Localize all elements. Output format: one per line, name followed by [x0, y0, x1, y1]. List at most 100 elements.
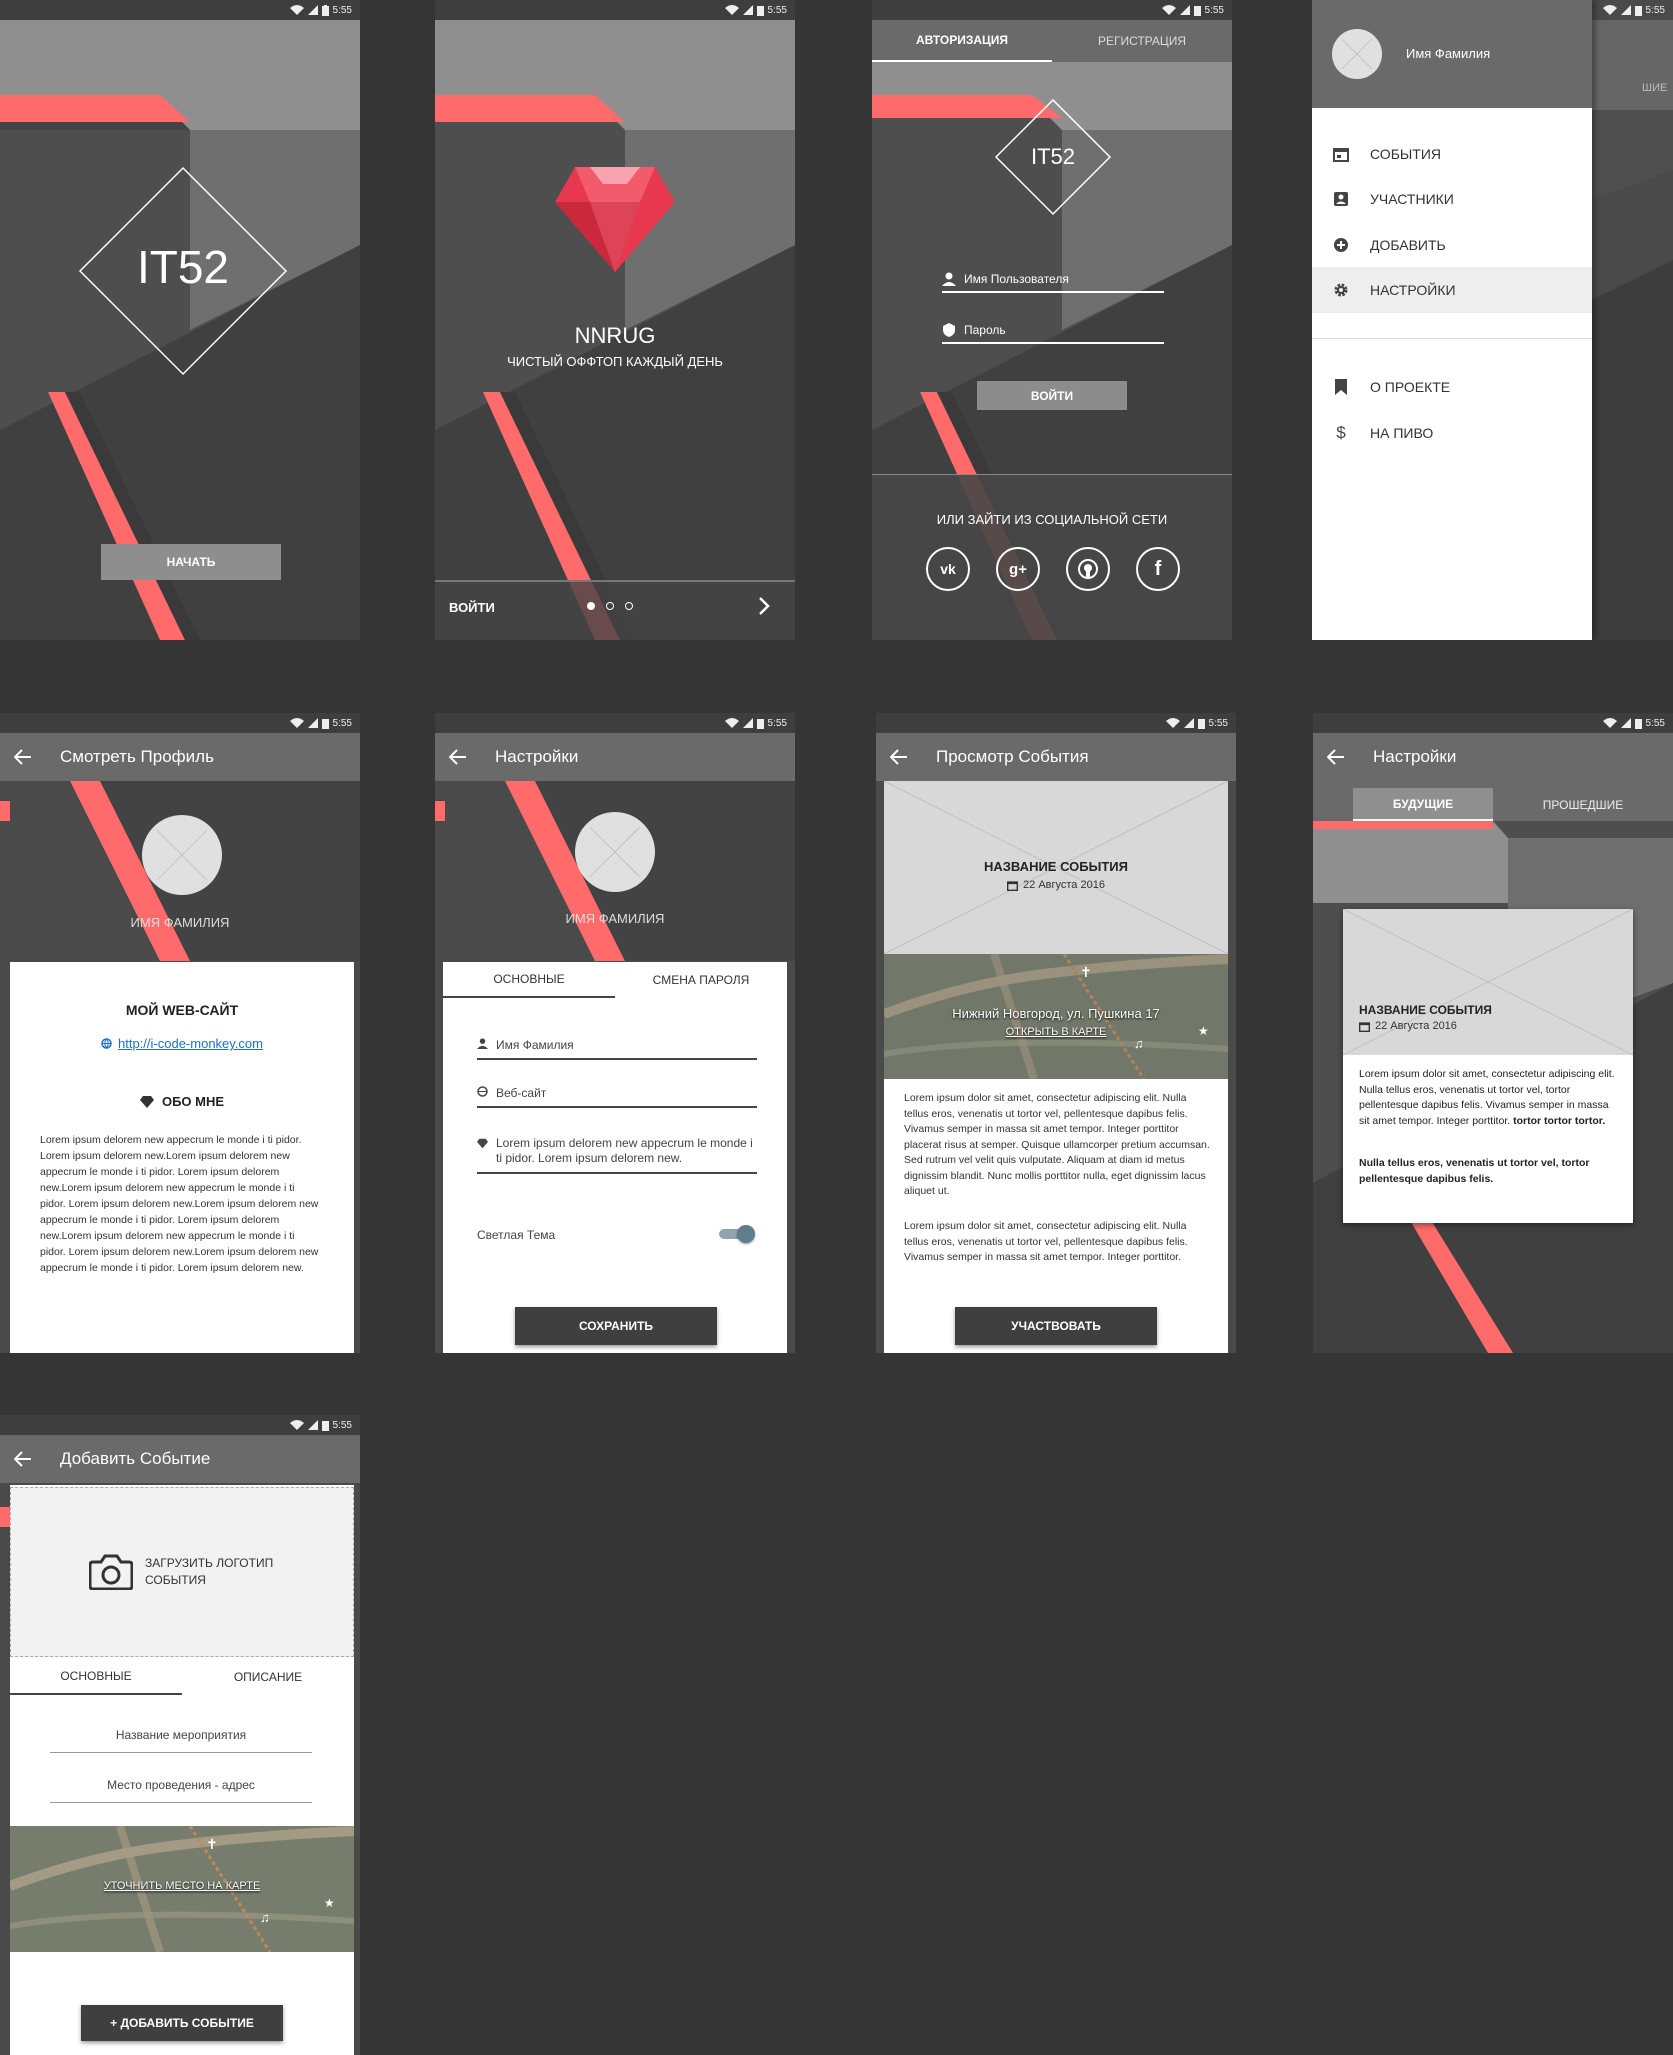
shield-icon: [943, 323, 955, 337]
event-place-field[interactable]: Место проведения - адрес: [50, 1778, 312, 1803]
username-placeholder: Имя Пользователя: [964, 272, 1069, 286]
drawer-item-beer[interactable]: $ НА ПИВО: [1312, 410, 1592, 456]
toolbar: Настройки: [435, 733, 795, 781]
event-map[interactable]: Нижний Новгород, ул. Пушкина 17 ОТКРЫТЬ …: [884, 954, 1228, 1079]
avatar[interactable]: [575, 812, 655, 892]
event-date: 22 Августа 2016: [1023, 879, 1105, 891]
tab-description[interactable]: ОПИСАНИЕ: [182, 1659, 354, 1695]
wifi-icon: [1161, 5, 1176, 15]
toolbar: Просмотр События: [876, 733, 1236, 781]
vk-icon[interactable]: vk: [926, 547, 970, 591]
tab-general[interactable]: ОСНОВНЫЕ: [443, 962, 615, 998]
background-art: [435, 0, 795, 640]
globe-icon: [477, 1086, 488, 1097]
globe-icon: [101, 1038, 112, 1049]
tab-change-password[interactable]: СМЕНА ПАРОЛЯ: [615, 962, 787, 998]
signal-icon: [742, 5, 753, 15]
login-button[interactable]: ВОЙТИ: [977, 381, 1127, 410]
website-row: http://i-code-monkey.com: [10, 1036, 354, 1051]
page-dot: [606, 602, 614, 610]
back-arrow-icon[interactable]: [449, 749, 473, 765]
github-icon[interactable]: [1066, 547, 1110, 591]
onboarding-subtitle: ЧИСТЫЙ ОФФТОП КАЖДЫЙ ДЕНЬ: [507, 354, 723, 369]
add-event-button[interactable]: + ДОБАВИТЬ СОБЫТИЕ: [81, 2005, 283, 2041]
onboarding-screen: 5:55 NNRUG ЧИСТЫЙ ОФФТОП КАЖДЫЙ ДЕНЬ ВОЙ…: [435, 0, 795, 640]
tab-registration[interactable]: РЕГИСТРАЦИЯ: [1052, 20, 1232, 62]
logo-text: IT52: [136, 241, 230, 293]
social-title: ИЛИ ЗАЙТИ ИЗ СОЦИАЛЬНОЙ СЕТИ: [936, 512, 1168, 527]
wifi-icon: [289, 5, 304, 15]
refine-map-link[interactable]: УТОЧНИТЬ МЕСТО НА КАРТЕ: [10, 1880, 354, 1892]
onboarding-title: NNRUG: [574, 323, 656, 348]
website-link[interactable]: http://i-code-monkey.com: [118, 1036, 263, 1051]
chevron-right-icon[interactable]: [757, 596, 771, 616]
tab-general[interactable]: ОСНОВНЫЕ: [10, 1659, 182, 1695]
accent-stripe: [0, 1507, 10, 1527]
drawer-item-participants[interactable]: УЧАСТНИКИ: [1312, 176, 1592, 222]
name-field-value: Имя Фамилия: [496, 1038, 574, 1052]
avatar[interactable]: [142, 815, 222, 895]
wifi-icon: [724, 5, 739, 15]
status-time: 5:55: [767, 4, 787, 16]
back-arrow-icon[interactable]: [1327, 749, 1351, 765]
add-circle-icon: [1334, 238, 1348, 252]
start-button[interactable]: НАЧАТЬ: [101, 544, 281, 580]
facebook-icon[interactable]: f: [1136, 547, 1180, 591]
about-field[interactable]: Lorem ipsum delorem new appecrum le mond…: [477, 1136, 757, 1174]
tab-upcoming[interactable]: БУДУЩИЕ: [1353, 788, 1493, 821]
events-list-screen: 5:55 Настройки БУДУЩИЕ ПРОШЕДШИЕ НАЗВАНИ…: [1313, 713, 1673, 1353]
open-map-link[interactable]: ОТКРЫТЬ В КАРТЕ: [884, 1026, 1228, 1038]
status-time: 5:55: [332, 717, 352, 729]
page-dot-active: [587, 602, 595, 610]
drawer-item-events[interactable]: СОБЫТИЯ: [1312, 131, 1592, 177]
wifi-icon: [289, 718, 304, 728]
wifi-icon: [1602, 718, 1617, 728]
theme-toggle[interactable]: [719, 1225, 755, 1243]
drawer-divider: [1312, 338, 1592, 339]
save-button[interactable]: СОХРАНИТЬ: [515, 1307, 717, 1345]
church-icon: ✝: [1080, 964, 1092, 980]
join-button[interactable]: УЧАСТВОВАТЬ: [955, 1307, 1157, 1345]
theme-label: Светлая Тема: [477, 1228, 556, 1242]
name-field[interactable]: Имя Фамилия: [477, 1038, 757, 1060]
back-arrow-icon[interactable]: [890, 749, 914, 765]
logo-upload-area[interactable]: ЗАГРУЗИТЬ ЛОГОТИП СОБЫТИЯ: [10, 1487, 354, 1657]
tab-authorization[interactable]: АВТОРИЗАЦИЯ: [872, 20, 1052, 62]
navigation-drawer: Имя Фамилия СОБЫТИЯ УЧАСТНИКИ ДОБАВИТЬ Н…: [1312, 0, 1592, 640]
status-bar: 5:55: [0, 1415, 360, 1435]
toolbar: Смотреть Профиль: [0, 733, 360, 781]
drawer-item-add[interactable]: ДОБАВИТЬ: [1312, 222, 1592, 268]
about-title: ОБО МНЕ: [161, 1094, 225, 1109]
battery-icon: [321, 1420, 329, 1431]
ruby-gem-icon: [555, 167, 675, 272]
auth-screen: 5:55 АВТОРИЗАЦИЯ РЕГИСТРАЦИЯ IT52 Имя По…: [872, 0, 1232, 640]
back-arrow-icon[interactable]: [14, 1451, 38, 1467]
status-bar: 5:55: [435, 713, 795, 733]
star-icon: ★: [324, 1896, 335, 1910]
event-card[interactable]: НАЗВАНИЕ СОБЫТИЯ 22 Августа 2016 Lorem i…: [1343, 909, 1633, 1223]
event-title: НАЗВАНИЕ СОБЫТИЯ: [984, 859, 1128, 874]
upload-label: ЗАГРУЗИТЬ ЛОГОТИП СОБЫТИЯ: [145, 1556, 274, 1587]
avatar[interactable]: [1332, 29, 1382, 79]
person-icon: [477, 1038, 488, 1049]
add-event-body: ЗАГРУЗИТЬ ЛОГОТИП СОБЫТИЯ ОСНОВНЫЕ ОПИСА…: [10, 1485, 354, 2055]
place-map[interactable]: УТОЧНИТЬ МЕСТО НА КАРТЕ ✝ ♫ ★: [10, 1826, 354, 1952]
status-time: 5:55: [332, 1419, 352, 1431]
page-indicator: [587, 602, 633, 610]
password-field[interactable]: Пароль: [942, 323, 1164, 344]
username-field[interactable]: Имя Пользователя: [942, 272, 1164, 293]
battery-icon: [1193, 5, 1201, 16]
signal-icon: [1183, 718, 1194, 728]
battery-icon: [1197, 718, 1205, 729]
google-plus-icon[interactable]: g+: [996, 547, 1040, 591]
back-arrow-icon[interactable]: [14, 749, 38, 765]
event-body: НАЗВАНИЕ СОБЫТИЯ 22 Августа 2016 Нижний …: [884, 781, 1228, 1353]
event-name-field[interactable]: Название мероприятия: [50, 1728, 312, 1753]
website-field[interactable]: Веб-сайт: [477, 1086, 757, 1108]
signal-icon: [1620, 5, 1631, 15]
drawer-item-label: НАСТРОЙКИ: [1370, 282, 1456, 298]
drawer-item-settings[interactable]: НАСТРОЙКИ: [1312, 267, 1592, 313]
tab-past[interactable]: ПРОШЕДШИЕ: [1493, 788, 1673, 821]
login-link[interactable]: ВОЙТИ: [449, 600, 495, 615]
drawer-item-about[interactable]: О ПРОЕКТЕ: [1312, 364, 1592, 410]
